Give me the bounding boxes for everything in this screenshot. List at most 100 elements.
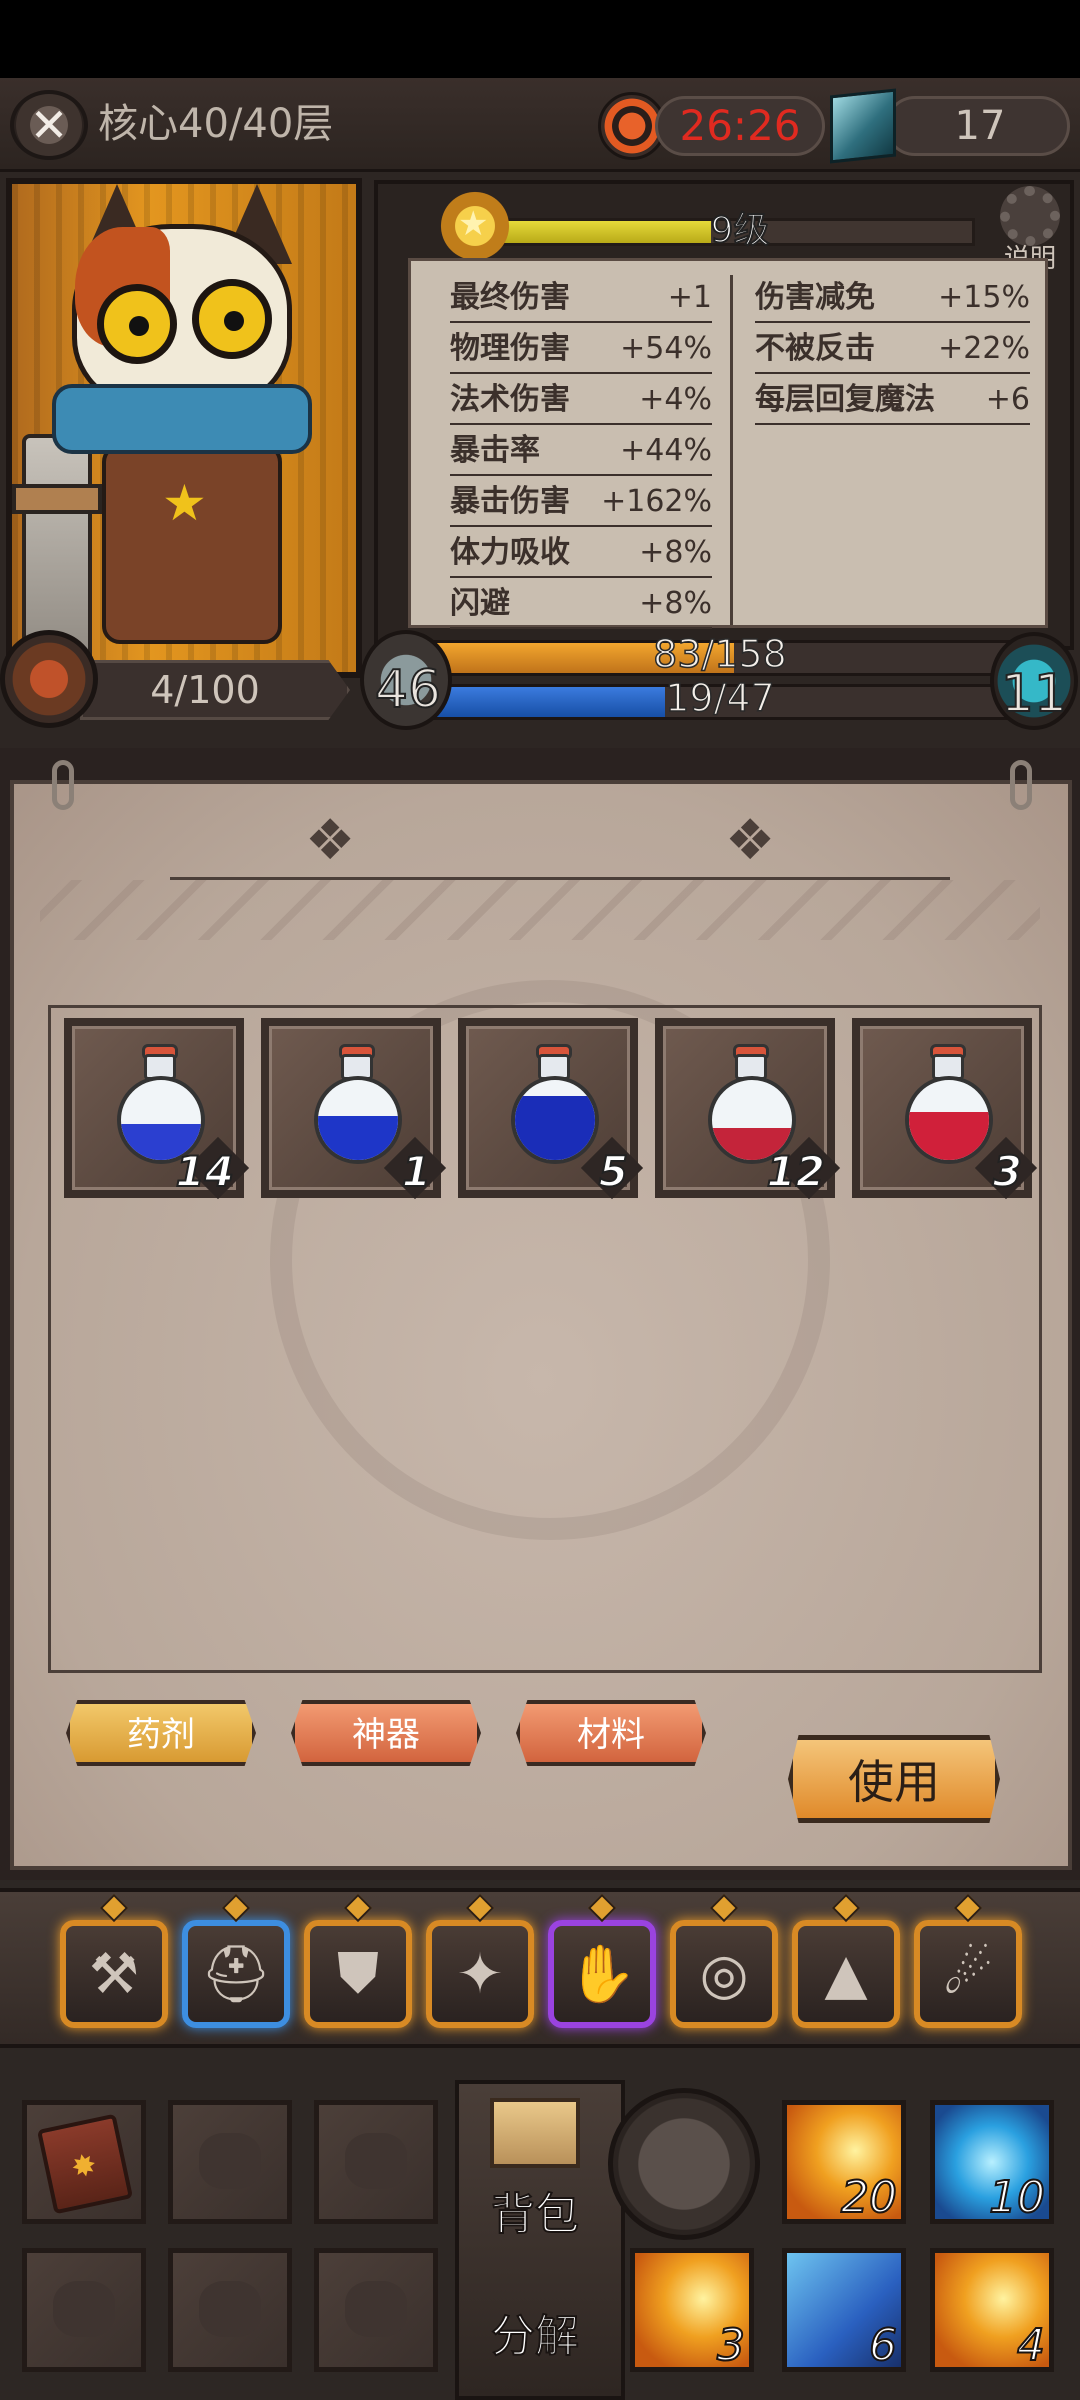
quick-slot[interactable]: ✸ xyxy=(22,2100,146,2224)
potion-quantity: 14 xyxy=(175,1146,235,1197)
stat-row: 闪避 +8% xyxy=(450,578,712,629)
potion-quantity: 1 xyxy=(401,1146,432,1197)
skill-ice-blade[interactable]: 6 xyxy=(782,2248,906,2372)
stat-name: 暴击伤害 xyxy=(450,484,570,519)
zigzag-pattern xyxy=(40,880,1040,940)
level-label: 9级 xyxy=(710,209,771,252)
tab-artifact[interactable]: 神器 xyxy=(291,1700,481,1766)
ring-icon: ◎ xyxy=(699,1941,749,2007)
cat-eye-left xyxy=(97,284,177,364)
stat-value: +6 xyxy=(985,382,1030,417)
equip-slot-armor[interactable]: ⛊ xyxy=(304,1920,412,2028)
tab-material[interactable]: 材料 xyxy=(516,1700,706,1766)
stat-row: 体力吸收 +8% xyxy=(450,527,712,578)
quick-slot[interactable] xyxy=(314,2248,438,2372)
gear-icon[interactable] xyxy=(1000,186,1060,246)
stat-value: +15% xyxy=(938,280,1030,315)
potion-icon xyxy=(511,1076,599,1164)
quick-slot[interactable] xyxy=(22,2248,146,2372)
stat-name: 物理伤害 xyxy=(450,331,570,366)
stat-row: 每层回复魔法 +6 xyxy=(755,374,1030,425)
skill-count: 4 xyxy=(1016,2319,1046,2371)
spellbook-icon: ✸ xyxy=(36,2113,134,2215)
close-button[interactable]: ✕ xyxy=(10,90,88,160)
stat-value: +8% xyxy=(639,535,712,570)
quick-slot[interactable] xyxy=(314,2100,438,2224)
stat-row: 伤害减免 +15% xyxy=(755,272,1030,323)
equip-slot-boots[interactable]: ▲ xyxy=(792,1920,900,2028)
stat-value: +4% xyxy=(639,382,712,417)
skill-fire-wave[interactable]: 4 xyxy=(930,2248,1054,2372)
stat-name: 暴击率 xyxy=(450,433,540,468)
cat-eye-right xyxy=(192,279,272,359)
defense-value: 11 xyxy=(1000,663,1068,725)
skill-ice-burst[interactable]: 10 xyxy=(930,2100,1054,2224)
potion-quantity: 5 xyxy=(598,1146,629,1197)
boots-icon: ▲ xyxy=(824,1941,868,2007)
gem-icon xyxy=(830,88,896,164)
equip-slot-ring[interactable]: ◎ xyxy=(670,1920,778,2028)
stat-row: 暴击率 +44% xyxy=(450,425,712,476)
potion-liquid xyxy=(515,1096,595,1160)
character-portrait[interactable]: ★ xyxy=(6,178,362,678)
stat-value: +22% xyxy=(938,331,1030,366)
wings-icon: ✦ xyxy=(456,1941,504,2007)
use-button[interactable]: 使用 xyxy=(788,1735,1000,1823)
stats-divider xyxy=(730,275,733,625)
stats-right-column: 伤害减免 +15% 不被反击 +22% 每层回复魔法 +6 xyxy=(755,272,1030,425)
decompose-button[interactable]: 分解 xyxy=(470,2300,600,2364)
skill-fire-slash[interactable]: 20 xyxy=(782,2100,906,2224)
weapon-emblem-icon xyxy=(0,630,98,728)
gem-count: 17 xyxy=(954,103,1006,149)
potion-slot[interactable]: 14 xyxy=(64,1018,250,1200)
quick-slot[interactable] xyxy=(168,2100,292,2224)
stat-value: +162% xyxy=(601,484,712,519)
potion-slot[interactable]: 5 xyxy=(458,1018,644,1200)
amulet-icon: ☄ xyxy=(942,1941,994,2007)
stat-name: 每层回复魔法 xyxy=(755,382,935,417)
stat-value: +8% xyxy=(639,586,712,621)
stat-row: 不被反击 +22% xyxy=(755,323,1030,374)
equip-slot-amulet[interactable]: ☄ xyxy=(914,1920,1022,2028)
stat-name: 不被反击 xyxy=(755,331,875,366)
pin-icon xyxy=(1010,760,1032,810)
pin-icon xyxy=(52,760,74,810)
stat-name: 最终伤害 xyxy=(450,280,570,315)
stat-value: +1 xyxy=(667,280,712,315)
star-icon: ★ xyxy=(162,474,207,532)
shield-icon[interactable] xyxy=(608,2088,760,2240)
stat-name: 伤害减免 xyxy=(755,280,875,315)
potion-slot[interactable]: 3 xyxy=(852,1018,1038,1200)
stat-name: 法术伤害 xyxy=(450,382,570,417)
axe-icon: ⚒ xyxy=(88,1941,140,2007)
stat-value: +44% xyxy=(620,433,712,468)
hp-value: 83/158 xyxy=(652,631,787,677)
potion-liquid xyxy=(909,1112,989,1160)
cat-scarf xyxy=(52,384,312,454)
exp-value: 4/100 xyxy=(150,668,260,712)
quick-slot[interactable] xyxy=(168,2248,292,2372)
stats-left-column: 最终伤害 +1 物理伤害 +54% 法术伤害 +4% 暴击率 +44% 暴击伤害 +162% 体力吸… xyxy=(450,272,712,629)
equip-slot-wings[interactable]: ✦ xyxy=(426,1920,534,2028)
potion-quantity: 12 xyxy=(766,1146,826,1197)
ornament-left-icon: ❖ xyxy=(305,808,356,873)
skill-count: 20 xyxy=(840,2171,898,2223)
bag-button[interactable]: 背包 xyxy=(470,2178,600,2242)
equip-slot-helmet[interactable]: ⛑ xyxy=(182,1920,290,2028)
equip-slot-gloves[interactable]: ✋ xyxy=(548,1920,656,2028)
timer-value: 26:26 xyxy=(679,101,801,150)
skill-count: 6 xyxy=(868,2319,898,2371)
ornament-line xyxy=(170,877,950,880)
stat-name: 体力吸收 xyxy=(450,535,570,570)
skill-flame[interactable]: 3 xyxy=(630,2248,754,2372)
equip-slot-axe[interactable]: ⚒ xyxy=(60,1920,168,2028)
ornament-right-icon: ❖ xyxy=(725,808,776,873)
mp-value: 19/47 xyxy=(664,675,775,721)
helmet-icon: ⛑ xyxy=(200,1942,272,2007)
potion-quantity: 3 xyxy=(992,1146,1023,1197)
stat-row: 物理伤害 +54% xyxy=(450,323,712,374)
tab-potion[interactable]: 药剂 xyxy=(66,1700,256,1766)
potion-slot[interactable]: 1 xyxy=(261,1018,447,1200)
potion-slot[interactable]: 12 xyxy=(655,1018,841,1200)
gloves-icon: ✋ xyxy=(567,1942,637,2007)
